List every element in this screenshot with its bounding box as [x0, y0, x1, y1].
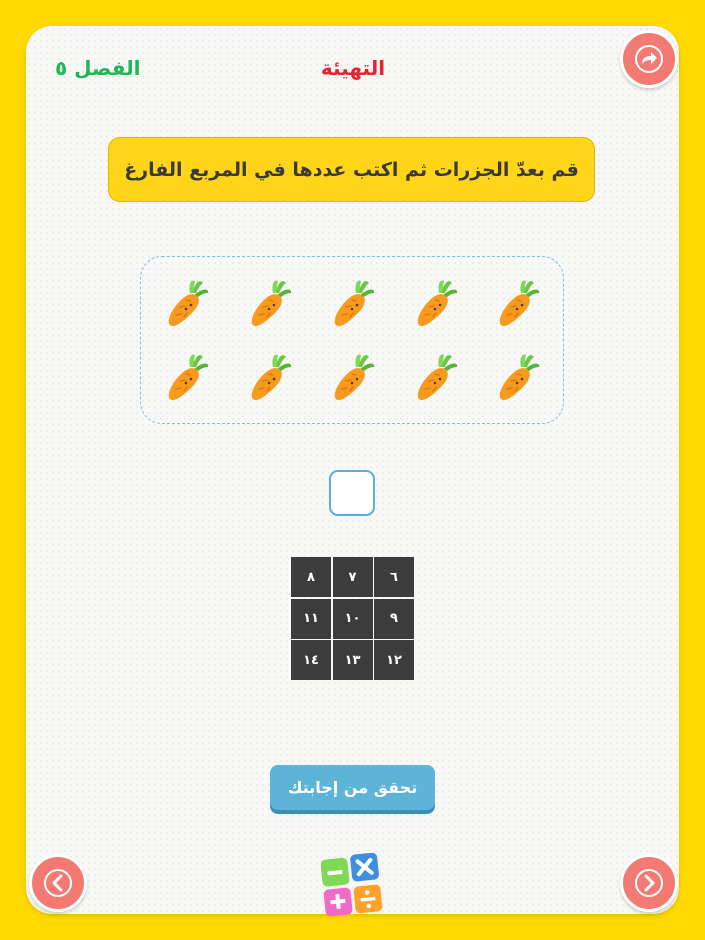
share-forward-icon [635, 45, 663, 73]
check-answer-button[interactable]: تحقق من إجابتك [270, 765, 435, 810]
chevron-right-icon [635, 869, 663, 897]
carrot-icon [245, 277, 295, 329]
answer-input[interactable] [329, 470, 375, 516]
forward-button[interactable] [620, 30, 678, 88]
math-operations-logo [321, 853, 383, 917]
number-tile[interactable]: ٨ [291, 557, 331, 597]
page-title: التهيئة [320, 56, 386, 80]
carrot-icon [493, 277, 543, 329]
carrot-icon [411, 277, 461, 329]
number-tile[interactable]: ١١ [291, 598, 331, 639]
number-tile[interactable]: ٩ [374, 598, 414, 639]
carrot-icon [162, 351, 212, 403]
number-tile[interactable]: ١٢ [374, 640, 414, 680]
previous-button[interactable] [29, 854, 87, 912]
chapter-label: الفصل ٥ [55, 56, 141, 80]
carrot-icon [245, 351, 295, 403]
carrot-icon [493, 351, 543, 403]
carrot-icon [411, 351, 461, 403]
number-tile[interactable]: ١٠ [332, 598, 373, 639]
carrot-icon [328, 277, 378, 329]
number-tile[interactable]: ٧ [332, 557, 373, 597]
instruction-banner: قم بعدّ الجزرات ثم اكتب عددها في المربع … [108, 137, 595, 202]
carrot-icon [328, 351, 378, 403]
number-grid: ٦ ٧ ٨ ٩ ١٠ ١١ ١٢ ١٣ ١٤ [291, 557, 414, 680]
carrot-icon [162, 277, 212, 329]
chevron-left-icon [44, 869, 72, 897]
number-tile[interactable]: ١٤ [291, 640, 331, 680]
number-tile[interactable]: ١٣ [332, 640, 373, 680]
number-tile[interactable]: ٦ [374, 557, 414, 597]
next-button[interactable] [620, 854, 678, 912]
